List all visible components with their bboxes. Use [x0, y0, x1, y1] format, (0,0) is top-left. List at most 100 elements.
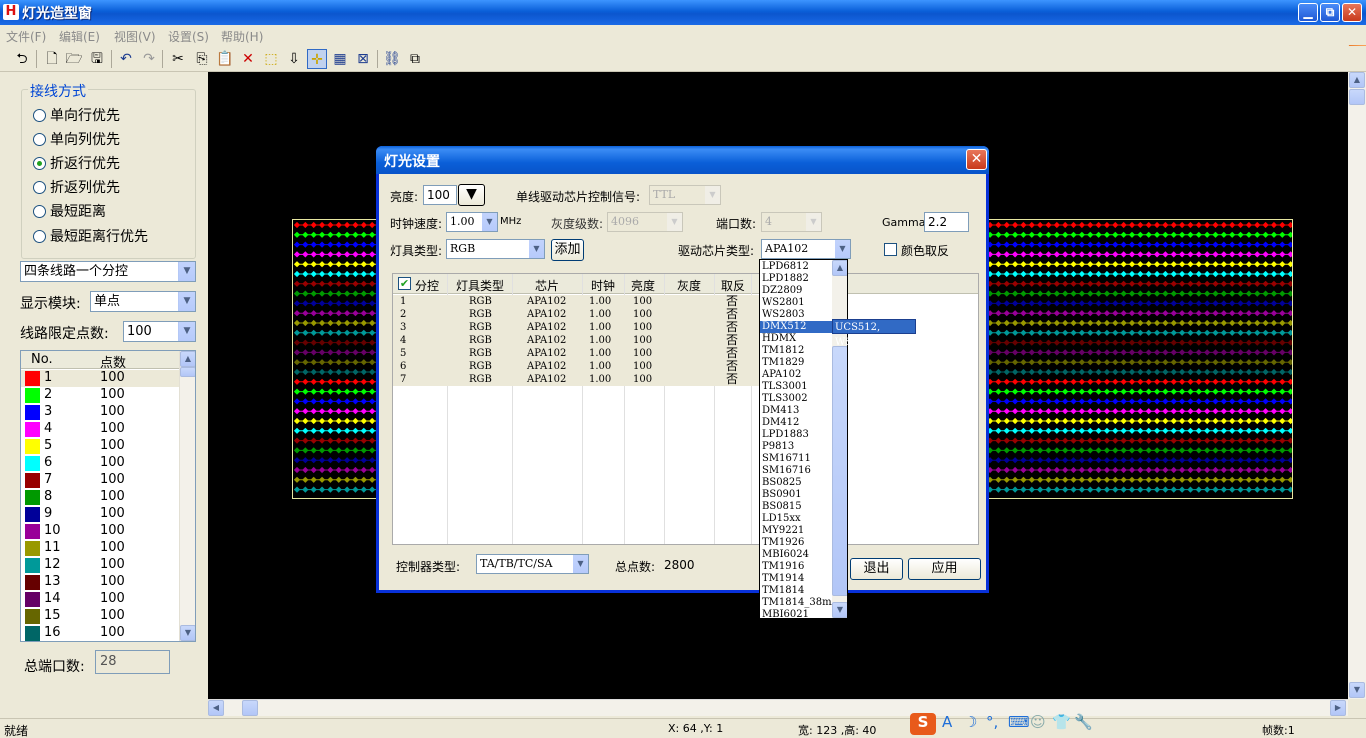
- down-arrow-icon[interactable]: ⇩: [284, 49, 304, 69]
- display-module-select[interactable]: 单点 ▼: [90, 291, 196, 312]
- dropdown-option[interactable]: DM412: [760, 417, 832, 429]
- undo-icon[interactable]: ↶: [116, 49, 136, 69]
- list-item[interactable]: 6 100: [21, 455, 179, 472]
- font-icon[interactable]: A: [942, 713, 952, 731]
- dropdown-option[interactable]: LD15xx: [760, 513, 832, 525]
- dropdown-option[interactable]: TLS3002: [760, 393, 832, 405]
- column-controller[interactable]: 分控: [415, 277, 439, 294]
- menu-file[interactable]: 文件(F): [6, 28, 46, 45]
- crosshair-icon[interactable]: ✛: [307, 49, 327, 69]
- table-row[interactable]: 5 RGB APA102 1.00 100 否: [393, 347, 763, 360]
- column-gray[interactable]: 灰度: [677, 277, 701, 294]
- port-list[interactable]: No. 点数 1 100 2 100 3 100 4 100 5 100 6 100 7 100 8 100 9…: [20, 350, 196, 642]
- single-line-signal-select[interactable]: TTL ▼: [649, 185, 721, 205]
- dropdown-option[interactable]: TM1814: [760, 585, 832, 597]
- port-count-select[interactable]: 4 ▼: [761, 212, 822, 232]
- menu-edit[interactable]: 编辑(E): [59, 28, 100, 45]
- column-fixture-type[interactable]: 灯具类型: [456, 277, 504, 294]
- paste-icon[interactable]: 📋: [215, 49, 235, 69]
- radio-shortest[interactable]: 最短距离: [33, 202, 106, 222]
- list-item[interactable]: 10 100: [21, 523, 179, 540]
- table-row[interactable]: 6 RGB APA102 1.00 100 否: [393, 360, 763, 373]
- chevron-down-icon[interactable]: ▼: [573, 555, 588, 573]
- table-row[interactable]: 2 RGB APA102 1.00 100 否: [393, 308, 763, 321]
- select-all-checkbox[interactable]: ✔: [398, 277, 411, 290]
- select-tool-icon[interactable]: ⬚: [261, 49, 281, 69]
- chevron-down-icon[interactable]: ▼: [529, 240, 544, 258]
- column-points[interactable]: 点数: [100, 352, 126, 371]
- dropdown-option[interactable]: SM16711: [760, 453, 832, 465]
- gamma-input[interactable]: 2.2: [924, 212, 969, 232]
- list-item[interactable]: 1 100: [21, 370, 179, 387]
- shirt-icon[interactable]: 👕: [1052, 713, 1071, 731]
- column-invert[interactable]: 取反: [721, 277, 745, 294]
- fixture-type-select[interactable]: RGB ▼: [446, 239, 545, 259]
- dropdown-option[interactable]: DMX512: [760, 321, 832, 333]
- cut-icon[interactable]: ✂: [168, 49, 188, 69]
- list-item[interactable]: 11 100: [21, 540, 179, 557]
- dropdown-option[interactable]: BS0815: [760, 501, 832, 513]
- wrench-icon[interactable]: 🔧: [1074, 713, 1093, 731]
- controller-type-select[interactable]: TA/TB/TC/SA ▼: [476, 554, 589, 574]
- list-item[interactable]: 14 100: [21, 591, 179, 608]
- chip-type-dropdown[interactable]: LPD6812 LPD1882 DZ2809 WS2801 WS2803 DMX512 HD…: [759, 259, 848, 619]
- list-item[interactable]: 9 100: [21, 506, 179, 523]
- column-brightness[interactable]: 亮度: [631, 277, 655, 294]
- route-mode-select[interactable]: 四条线路一个分控 ▼: [20, 261, 196, 282]
- dropdown-option[interactable]: TM1814_38mA: [760, 597, 839, 609]
- cross-box-icon[interactable]: ⊠: [353, 49, 373, 69]
- close-button[interactable]: ✕: [1342, 3, 1362, 22]
- dropdown-option[interactable]: HDMX: [760, 333, 832, 345]
- redo-icon[interactable]: ↷: [139, 49, 159, 69]
- list-item[interactable]: 5 100: [21, 438, 179, 455]
- export-icon[interactable]: ⧉: [405, 49, 425, 69]
- list-item[interactable]: 3 100: [21, 404, 179, 421]
- scroll-thumb[interactable]: [1349, 89, 1365, 105]
- table-row[interactable]: 4 RGB APA102 1.00 100 否: [393, 334, 763, 347]
- scroll-right-icon[interactable]: ▶: [1330, 700, 1346, 716]
- radio-single-col[interactable]: 单向列优先: [33, 130, 120, 150]
- new-file-icon[interactable]: 🗋: [42, 49, 62, 69]
- limit-select[interactable]: 100 ▼: [123, 321, 196, 342]
- color-invert-checkbox[interactable]: [884, 243, 897, 256]
- column-chip[interactable]: 芯片: [535, 277, 559, 294]
- radio-zigzag-row[interactable]: 折返行优先: [33, 154, 120, 174]
- chevron-down-icon[interactable]: ▼: [178, 322, 195, 341]
- grid-icon[interactable]: ▦: [330, 49, 350, 69]
- scroll-up-icon[interactable]: ▲: [180, 351, 195, 367]
- dropdown-option[interactable]: TLS3001: [760, 381, 832, 393]
- dropdown-option[interactable]: MBI6021: [760, 609, 832, 618]
- menu-settings[interactable]: 设置(S): [168, 28, 209, 45]
- dropdown-option[interactable]: TM1914: [760, 573, 832, 585]
- clock-select[interactable]: 1.00 ▼: [446, 212, 498, 232]
- scroll-down-icon[interactable]: ▼: [180, 625, 195, 641]
- column-clock[interactable]: 时钟: [591, 277, 615, 294]
- table-row[interactable]: 3 RGB APA102 1.00 100 否: [393, 321, 763, 334]
- add-button[interactable]: 添加: [551, 239, 584, 261]
- chip-type-select[interactable]: APA102 ▼: [761, 239, 851, 259]
- radio-single-row[interactable]: 单向行优先: [33, 106, 120, 126]
- chevron-down-icon[interactable]: ▼: [835, 240, 850, 258]
- scroll-down-icon[interactable]: ▼: [832, 602, 847, 618]
- gray-levels-select[interactable]: 4096 ▼: [607, 212, 683, 232]
- brightness-input[interactable]: 100: [423, 185, 457, 205]
- dropdown-option[interactable]: BS0901: [760, 489, 832, 501]
- sogou-icon[interactable]: S: [910, 713, 936, 735]
- dropdown-option[interactable]: MY9221: [760, 525, 832, 537]
- scroll-left-icon[interactable]: ◀: [208, 700, 224, 716]
- dropdown-option[interactable]: BS0825: [760, 477, 832, 489]
- delete-icon[interactable]: ✕: [238, 49, 258, 69]
- menu-help[interactable]: 帮助(H): [221, 28, 263, 45]
- restore-button[interactable]: ⧉: [1320, 3, 1340, 22]
- dropdown-option[interactable]: TM1916: [760, 561, 832, 573]
- list-item[interactable]: 8 100: [21, 489, 179, 506]
- dropdown-option[interactable]: LPD1883: [760, 429, 832, 441]
- table-row[interactable]: 1 RGB APA102 1.00 100 否: [393, 295, 763, 308]
- table-row[interactable]: 7 RGB APA102 1.00 100 否: [393, 373, 763, 386]
- chevron-down-icon[interactable]: ▼: [178, 292, 195, 311]
- radio-zigzag-col[interactable]: 折返列优先: [33, 178, 120, 198]
- scroll-down-icon[interactable]: ▼: [1349, 682, 1365, 698]
- scroll-thumb[interactable]: [242, 700, 258, 716]
- list-item[interactable]: 4 100: [21, 421, 179, 438]
- binoculars-icon[interactable]: ⛓: [382, 49, 402, 69]
